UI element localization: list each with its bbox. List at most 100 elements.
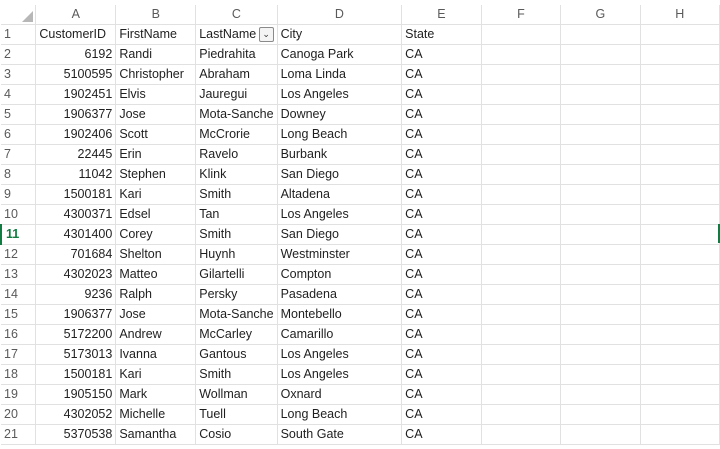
cell-f[interactable]: [481, 404, 562, 425]
column-header-c[interactable]: C: [195, 5, 278, 25]
cell-g[interactable]: [560, 424, 641, 445]
cell-d[interactable]: Altadena: [277, 184, 403, 205]
cell-a[interactable]: 1906377: [35, 104, 117, 125]
cell-f[interactable]: [481, 244, 562, 265]
cell-d[interactable]: Los Angeles: [277, 84, 403, 105]
cell-d[interactable]: Camarillo: [277, 324, 403, 345]
cell-c[interactable]: Wollman: [195, 384, 278, 405]
row-header[interactable]: 6: [1, 124, 37, 145]
cell-g[interactable]: [560, 304, 641, 325]
cell-f[interactable]: [481, 304, 562, 325]
select-all-corner[interactable]: [1, 5, 37, 25]
cell-g[interactable]: [560, 384, 641, 405]
cell-a[interactable]: 9236: [35, 284, 117, 305]
cell-e[interactable]: CA: [401, 344, 482, 365]
cell-c[interactable]: Gilartelli: [195, 264, 278, 285]
row-header[interactable]: 5: [1, 104, 37, 125]
cell-e[interactable]: CA: [401, 304, 482, 325]
cell-f[interactable]: [481, 204, 562, 225]
cell-e[interactable]: CA: [401, 324, 482, 345]
cell-b[interactable]: Ralph: [115, 284, 197, 305]
cell-a[interactable]: 4300371: [35, 204, 117, 225]
cell-f[interactable]: [481, 164, 562, 185]
cell-h[interactable]: [640, 184, 720, 205]
cell-e[interactable]: CA: [401, 164, 482, 185]
cell-e[interactable]: CA: [401, 404, 482, 425]
cell-f[interactable]: [481, 184, 562, 205]
cell-e[interactable]: CA: [401, 244, 482, 265]
cell-f[interactable]: [481, 124, 562, 145]
cell-b[interactable]: Jose: [115, 104, 197, 125]
cell-g[interactable]: [560, 184, 641, 205]
cell-d[interactable]: South Gate: [277, 424, 403, 445]
cell-h[interactable]: [640, 24, 720, 45]
cell-a[interactable]: 5100595: [35, 64, 117, 85]
cell-f[interactable]: [481, 44, 562, 65]
cell-f[interactable]: [481, 344, 562, 365]
cell-g[interactable]: [560, 324, 641, 345]
cell-a[interactable]: 1500181: [35, 184, 117, 205]
cell-h[interactable]: [640, 264, 720, 285]
cell-a[interactable]: 1906377: [35, 304, 117, 325]
cell-e[interactable]: CA: [401, 144, 482, 165]
cell-b[interactable]: Kari: [115, 184, 197, 205]
cell-b[interactable]: Ivanna: [115, 344, 197, 365]
cell-a[interactable]: 1902406: [35, 124, 117, 145]
cell-d[interactable]: City: [277, 24, 403, 45]
cell-g[interactable]: [560, 64, 641, 85]
cell-g[interactable]: [560, 104, 641, 125]
cell-h[interactable]: [640, 124, 720, 145]
cell-g[interactable]: [560, 84, 641, 105]
cell-c[interactable]: Smith: [195, 184, 278, 205]
cell-b[interactable]: Andrew: [115, 324, 197, 345]
cell-c[interactable]: Cosio: [195, 424, 278, 445]
cell-b[interactable]: Edsel: [115, 204, 197, 225]
cell-d[interactable]: Canoga Park: [277, 44, 403, 65]
cell-h[interactable]: [640, 44, 720, 65]
row-header[interactable]: 8: [1, 164, 37, 185]
cell-g[interactable]: [560, 144, 641, 165]
cell-f[interactable]: [481, 104, 562, 125]
cell-c[interactable]: Gantous: [195, 344, 278, 365]
cell-h[interactable]: [640, 224, 720, 245]
cell-b[interactable]: Christopher: [115, 64, 197, 85]
cell-d[interactable]: Compton: [277, 264, 403, 285]
row-header[interactable]: 10: [1, 204, 37, 225]
cell-f[interactable]: [481, 284, 562, 305]
row-header[interactable]: 16: [1, 324, 37, 345]
cell-g[interactable]: [560, 244, 641, 265]
cell-d[interactable]: Pasadena: [277, 284, 403, 305]
cell-f[interactable]: [481, 84, 562, 105]
cell-a[interactable]: 4301400: [35, 224, 117, 245]
cell-d[interactable]: Los Angeles: [277, 364, 403, 385]
cell-g[interactable]: [560, 364, 641, 385]
cell-c[interactable]: Abraham: [195, 64, 278, 85]
cell-e[interactable]: CA: [401, 184, 482, 205]
cell-e[interactable]: CA: [401, 284, 482, 305]
cell-b[interactable]: Randi: [115, 44, 197, 65]
cell-f[interactable]: [481, 224, 562, 245]
column-header-a[interactable]: A: [35, 5, 117, 25]
cell-h[interactable]: [640, 84, 720, 105]
cell-c[interactable]: Smith: [195, 224, 278, 245]
cell-a[interactable]: 5173013: [35, 344, 117, 365]
cell-b[interactable]: FirstName: [115, 24, 197, 45]
cell-h[interactable]: [640, 384, 720, 405]
cell-d[interactable]: Long Beach: [277, 124, 403, 145]
cell-a[interactable]: 1905150: [35, 384, 117, 405]
cell-e[interactable]: CA: [401, 64, 482, 85]
cell-e[interactable]: CA: [401, 204, 482, 225]
cell-h[interactable]: [640, 104, 720, 125]
cell-b[interactable]: Samantha: [115, 424, 197, 445]
cell-c[interactable]: Tuell: [195, 404, 278, 425]
cell-b[interactable]: Michelle: [115, 404, 197, 425]
cell-b[interactable]: Stephen: [115, 164, 197, 185]
cell-g[interactable]: [560, 44, 641, 65]
cell-b[interactable]: Elvis: [115, 84, 197, 105]
cell-a[interactable]: 6192: [35, 44, 117, 65]
cell-e[interactable]: CA: [401, 424, 482, 445]
cell-h[interactable]: [640, 324, 720, 345]
cell-h[interactable]: [640, 284, 720, 305]
cell-e[interactable]: CA: [401, 104, 482, 125]
cell-d[interactable]: Westminster: [277, 244, 403, 265]
